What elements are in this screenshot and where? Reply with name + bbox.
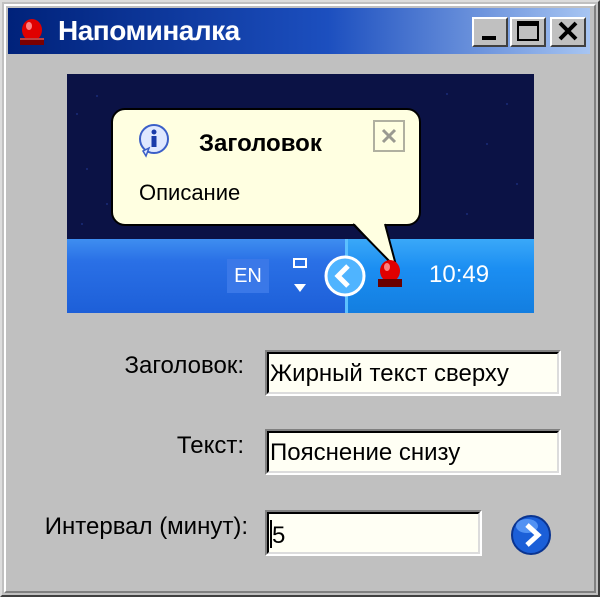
interval-input[interactable]: 5 <box>265 510 482 556</box>
minimize-button[interactable] <box>472 17 508 47</box>
arrow-right-icon[interactable] <box>510 514 552 556</box>
red-siren-icon <box>20 19 44 45</box>
language-indicator[interactable]: EN <box>227 259 269 293</box>
text-label: Текст: <box>176 432 244 459</box>
clock: 10:49 <box>429 261 490 288</box>
collapse-arrow-icon[interactable] <box>323 254 367 298</box>
interval-label: Интервал (минут): <box>44 513 248 540</box>
text-input[interactable]: Пояснение снизу <box>265 429 561 475</box>
maximize-icon <box>517 21 539 41</box>
close-button[interactable] <box>550 17 586 47</box>
title-input[interactable]: Жирный текст сверху <box>265 350 561 396</box>
title-label: Заголовок: <box>124 352 244 379</box>
close-icon <box>558 21 578 41</box>
red-siren-icon[interactable] <box>375 258 405 292</box>
app-window: Напоминалка Заголовок Описание EN 10:49 … <box>0 0 600 597</box>
maximize-button[interactable] <box>510 17 546 47</box>
notification-preview: Заголовок Описание EN 10:49 <box>67 74 534 313</box>
network-icon[interactable] <box>289 256 313 296</box>
minimize-icon <box>482 36 496 40</box>
window-title: Напоминалка <box>58 15 240 46</box>
titlebar[interactable]: Напоминалка <box>8 8 590 54</box>
interval-value: 5 <box>272 522 286 549</box>
